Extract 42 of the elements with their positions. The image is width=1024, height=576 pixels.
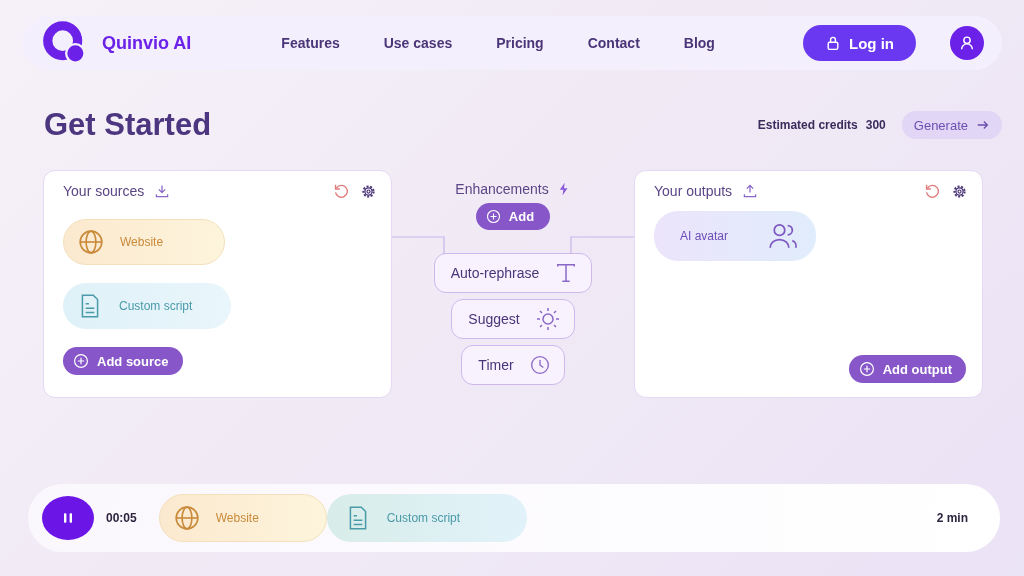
download-icon[interactable] <box>154 183 171 199</box>
user-avatar[interactable] <box>950 26 984 60</box>
settings-icon[interactable] <box>951 182 968 200</box>
enhancement-item[interactable]: Timer <box>461 345 565 385</box>
generate-button[interactable]: Generate <box>901 111 1002 139</box>
login-button[interactable]: Log in <box>803 25 916 61</box>
lock-icon <box>825 35 841 51</box>
duration: 2 min <box>936 511 968 525</box>
plus-icon <box>73 353 89 369</box>
plus-icon <box>858 361 875 377</box>
credits-value: 300 <box>865 118 886 132</box>
globe-icon <box>173 505 200 531</box>
enhancement-item[interactable]: Auto-rephrase <box>433 253 593 293</box>
add-output-button[interactable]: Add output <box>848 355 966 383</box>
sun-icon <box>535 307 560 331</box>
arrow-right-icon <box>976 118 990 132</box>
enhancements-title: Enhancements <box>455 181 549 197</box>
people-icon <box>766 222 800 250</box>
plus-icon <box>485 209 501 224</box>
pause-button[interactable] <box>42 496 94 540</box>
text-icon <box>555 262 578 284</box>
nav-link[interactable]: Contact <box>587 35 640 51</box>
nav-link[interactable]: Pricing <box>496 35 544 51</box>
credits-label: Estimated credits <box>757 118 858 132</box>
reset-icon[interactable] <box>333 182 350 200</box>
enhancement-item[interactable]: Suggest <box>451 299 575 339</box>
output-chip[interactable]: AI avatar <box>654 211 816 261</box>
reset-icon[interactable] <box>924 182 941 200</box>
page-title: Get Started <box>44 107 213 143</box>
upload-icon[interactable] <box>742 183 759 199</box>
nav-link[interactable]: Use cases <box>383 35 453 51</box>
nav-link[interactable]: Blog <box>683 35 715 51</box>
card-title: Your outputs <box>654 183 733 199</box>
add-source-button[interactable]: Add source <box>63 347 183 375</box>
nav-link[interactable]: Features <box>281 35 340 51</box>
clock-icon <box>529 355 550 375</box>
globe-icon <box>78 229 104 255</box>
elapsed-time: 00:05 <box>106 511 137 525</box>
settings-icon[interactable] <box>360 182 377 200</box>
brand-name: Quinvio AI <box>102 32 192 54</box>
card-title: Your sources <box>63 183 145 199</box>
add-enhancement-button[interactable]: Add <box>475 203 551 230</box>
